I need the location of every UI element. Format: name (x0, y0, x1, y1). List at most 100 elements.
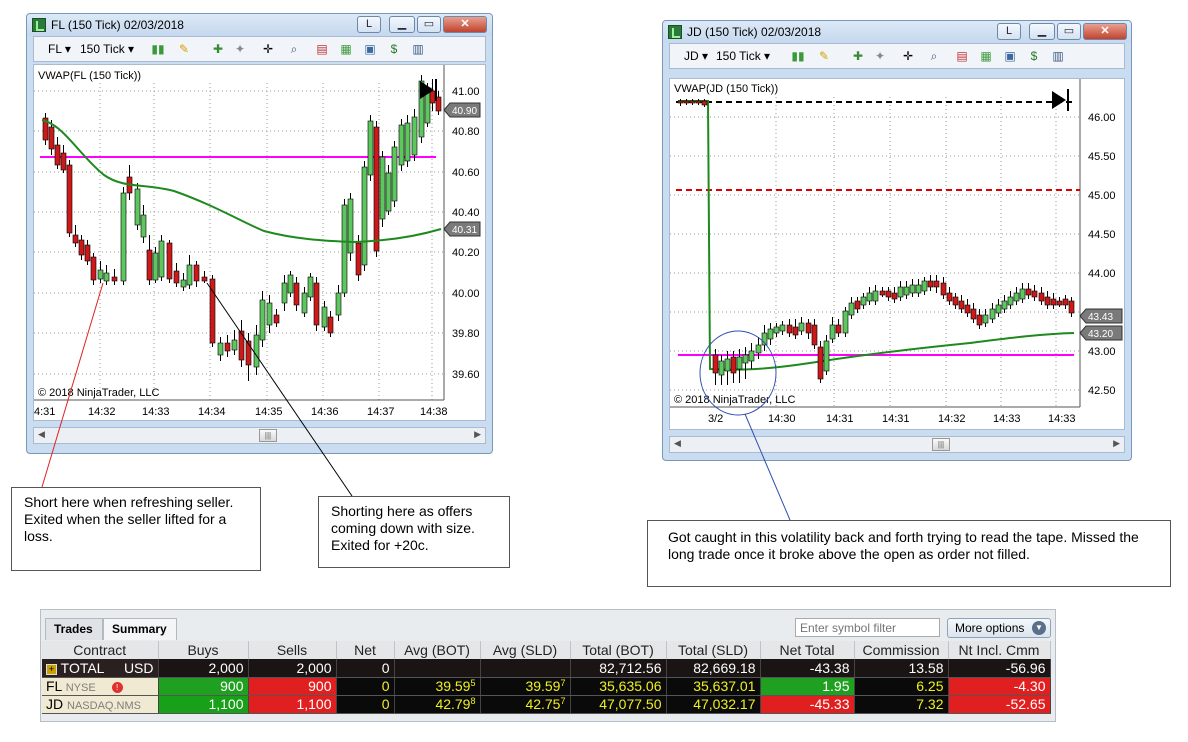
interval-selector[interactable]: 150 Tick ▾ (716, 48, 770, 64)
link-button[interactable]: L (357, 16, 381, 33)
indicators-icon[interactable]: ▤ (954, 48, 970, 64)
crosshair-icon[interactable]: ✛ (260, 41, 276, 57)
jd-title-bar[interactable]: JD (150 Tick) 02/03/2018 L ▁ ▭ ✕ (663, 21, 1131, 43)
avg-bot-value: 39.59 (435, 678, 471, 694)
interval-selector[interactable]: 150 Tick ▾ (80, 41, 134, 57)
fl-chart-canvas[interactable]: 41.00 40.80 40.60 40.40 40.20 40.00 39.80 39.60… (34, 65, 487, 420)
close-button[interactable]: ✕ (443, 16, 487, 33)
jd-candle (933, 280, 940, 288)
scroll-left-icon[interactable]: ◀ (674, 438, 681, 449)
col-sells[interactable]: Sells (248, 641, 337, 659)
pointer-icon[interactable]: ✦ (872, 48, 888, 64)
zoom-icon[interactable]: ⌕ (286, 41, 302, 57)
table-row-jd[interactable]: JD NASDAQ.NMS 1,100 1,100 0 42.798 42.75… (42, 695, 1051, 714)
tab-trades[interactable]: Trades (45, 618, 103, 640)
strategies-icon[interactable]: ▦ (338, 41, 354, 57)
ninjatrader-chart-icon (32, 18, 46, 32)
templates-icon[interactable]: ▣ (362, 41, 378, 57)
col-incl-cmm[interactable]: Nt Incl. Cmm (948, 641, 1051, 659)
dollar-icon[interactable]: $ (386, 41, 402, 57)
col-net[interactable]: Net (336, 641, 395, 659)
fl-candle (391, 146, 398, 202)
contract-cell[interactable]: + TOTAL USD (42, 659, 159, 678)
table-row-fl[interactable]: FL NYSE ! 900 900 0 39.595 39.597 35,635… (42, 677, 1051, 696)
crosshair-icon[interactable]: ✛ (900, 48, 916, 64)
total-sld-cell: 47,032.17 (666, 695, 761, 714)
jd-candle (755, 344, 762, 354)
jd-candle (689, 100, 696, 104)
buys-cell: 2,000 (158, 659, 249, 678)
col-commission[interactable]: Commission (854, 641, 949, 659)
expand-icon[interactable]: + (46, 663, 57, 675)
fl-price-chart[interactable]: 41.00 40.80 40.60 40.40 40.20 40.00 39.80 39.60… (33, 64, 486, 421)
jd-candle (989, 308, 996, 320)
col-total-bot[interactable]: Total (BOT) (570, 641, 667, 659)
jd-candle (879, 290, 886, 296)
crosshair-add-icon[interactable]: ✚ (210, 41, 226, 57)
fl-candle (66, 164, 73, 234)
maximize-button[interactable]: ▭ (417, 16, 441, 33)
jd-candle (1007, 296, 1014, 306)
jd-candle (854, 300, 861, 310)
scroll-right-icon[interactable]: ▶ (474, 429, 481, 440)
fl-title-bar[interactable]: FL (150 Tick) 02/03/2018 L ▁ ▭ ✕ (27, 14, 492, 36)
properties-icon[interactable]: ▥ (410, 41, 426, 57)
jd-time-tick-label: 14:33 (993, 413, 1021, 425)
col-buys[interactable]: Buys (158, 641, 249, 659)
scroll-left-icon[interactable]: ◀ (38, 429, 45, 440)
net-total-cell: -45.33 (760, 695, 855, 714)
chart-style-icon[interactable]: ▮▮ (790, 48, 806, 64)
maximize-button[interactable]: ▭ (1057, 23, 1081, 40)
jd-candle (829, 324, 836, 340)
chart-style-icon[interactable]: ▮▮ (150, 41, 166, 57)
col-contract[interactable]: Contract (42, 641, 159, 659)
crosshair-add-icon[interactable]: ✚ (850, 48, 866, 64)
strategies-icon[interactable]: ▦ (978, 48, 994, 64)
jd-price-tick-label: 44.00 (1088, 268, 1116, 280)
fl-price-tick-label: 41.00 (452, 86, 480, 98)
pointer-icon[interactable]: ✦ (232, 41, 248, 57)
scroll-thumb[interactable]: ||| (932, 438, 950, 451)
contract-cell[interactable]: FL NYSE ! (42, 677, 159, 696)
minimize-button[interactable]: ▁ (1029, 23, 1055, 40)
col-net-total[interactable]: Net Total (760, 641, 855, 659)
fl-chart-window[interactable]: FL (150 Tick) 02/03/2018 L ▁ ▭ ✕ FL ▾ 15… (26, 13, 493, 454)
scroll-right-icon[interactable]: ▶ (1113, 438, 1120, 449)
link-button[interactable]: L (997, 23, 1021, 40)
dollar-icon[interactable]: $ (1026, 48, 1042, 64)
jd-price-chart[interactable]: 46.0045.5045.0044.5044.0043.5043.0042.50… (669, 78, 1125, 430)
jd-chart-window[interactable]: JD (150 Tick) 02/03/2018 L ▁ ▭ ✕ JD ▾ 15… (662, 20, 1132, 461)
fl-candle (266, 302, 273, 326)
fl-candle (111, 276, 118, 282)
scroll-thumb[interactable]: ||| (259, 429, 277, 442)
commission-cell: 13.58 (854, 659, 949, 678)
pencil-icon[interactable]: ✎ (816, 48, 832, 64)
jd-time-tick-label: 14:31 (882, 413, 910, 425)
more-options-button[interactable]: More options ▼ (947, 618, 1051, 638)
minimize-button[interactable]: ▁ (389, 16, 415, 33)
table-row-total[interactable]: + TOTAL USD 2,000 2,000 0 82,712.56 82,6… (42, 659, 1051, 678)
net-cell: 0 (336, 677, 395, 696)
tab-summary[interactable]: Summary (103, 618, 177, 640)
jd-horizontal-scrollbar[interactable]: ◀ ||| ▶ (669, 436, 1125, 453)
instrument-selector[interactable]: JD ▾ (684, 48, 708, 64)
close-button[interactable]: ✕ (1083, 23, 1127, 40)
jd-chart-canvas[interactable]: 46.0045.5045.0044.5044.0043.5043.0042.50… (670, 79, 1126, 429)
col-avg-sld[interactable]: Avg (SLD) (480, 641, 571, 659)
templates-icon[interactable]: ▣ (1002, 48, 1018, 64)
col-total-sld[interactable]: Total (SLD) (666, 641, 761, 659)
zoom-icon[interactable]: ⌕ (926, 48, 942, 64)
fl-horizontal-scrollbar[interactable]: ◀ ||| ▶ (33, 427, 486, 444)
pencil-icon[interactable]: ✎ (176, 41, 192, 57)
col-avg-bot[interactable]: Avg (BOT) (394, 641, 481, 659)
avg-sld-fraction: 7 (560, 696, 566, 706)
symbol-filter-input[interactable] (795, 618, 940, 637)
jd-candle (1062, 298, 1069, 306)
instrument-selector[interactable]: FL ▾ (48, 41, 71, 57)
properties-icon[interactable]: ▥ (1050, 48, 1066, 64)
indicators-icon[interactable]: ▤ (314, 41, 330, 57)
contract-cell[interactable]: JD NASDAQ.NMS (42, 695, 159, 714)
jd-time-tick-label: 3/2 (708, 413, 723, 425)
fl-price-tick-label: 39.80 (452, 328, 480, 340)
commission-cell: 7.32 (854, 695, 949, 714)
